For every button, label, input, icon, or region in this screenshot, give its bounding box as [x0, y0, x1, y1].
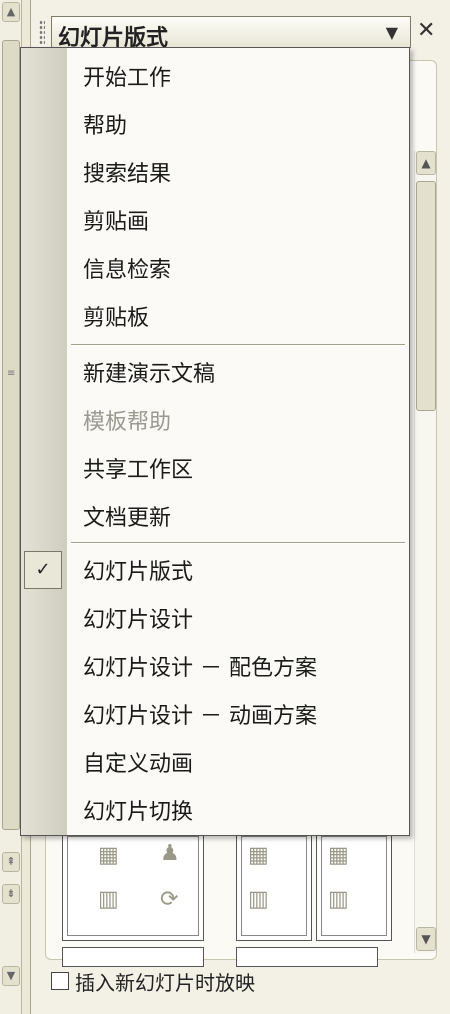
show-on-insert-option[interactable]: 插入新幻灯片时放映 [51, 968, 255, 995]
menu-separator [71, 542, 405, 544]
previous-slide-icon[interactable]: ⇞ [2, 852, 20, 872]
checkmark-icon: ✓ [24, 551, 62, 589]
menu-item-label: 剪贴画 [83, 210, 150, 235]
table-icon: ▦ [248, 843, 269, 868]
menu-item-label: 共享工作区 [83, 458, 194, 483]
menu-item-clip-art[interactable]: 剪贴画 [21, 196, 409, 244]
triangle-down-icon: ▼ [385, 23, 398, 42]
menu-item-slide-design[interactable]: 幻灯片设计 [21, 594, 409, 642]
layout-thumbnail[interactable]: ▦ ▥ [236, 831, 312, 941]
layout-thumbnail[interactable]: ▦ ▥ [316, 831, 392, 941]
menu-item-document-updates[interactable]: 文档更新 [21, 492, 409, 540]
drag-handle-icon[interactable] [39, 20, 45, 44]
menu-item-label: 开始工作 [83, 66, 172, 91]
show-on-insert-checkbox[interactable] [51, 972, 69, 990]
scroll-up-arrow-icon[interactable]: ▲ [416, 151, 436, 175]
menu-item-label: 幻灯片版式 [83, 560, 194, 585]
grip-icon: ≡ [7, 368, 16, 379]
table-icon: ▦ [328, 843, 349, 868]
menu-item-label: 搜索结果 [83, 162, 172, 187]
task-pane-selector[interactable]: 幻灯片版式 ▼ [51, 16, 411, 51]
menu-item-new-presentation[interactable]: 新建演示文稿 [21, 348, 409, 396]
next-slide-icon[interactable]: ⇟ [2, 884, 20, 904]
menu-item-research[interactable]: 信息检索 [21, 244, 409, 292]
menu-item-custom-animation[interactable]: 自定义动画 [21, 738, 409, 786]
menu-item-label: 剪贴板 [83, 306, 150, 331]
menu-item-shared-workspace[interactable]: 共享工作区 [21, 444, 409, 492]
show-on-insert-label: 插入新幻灯片时放映 [75, 970, 255, 995]
menu-item-help[interactable]: 帮助 [21, 100, 409, 148]
menu-item-color-schemes[interactable]: 幻灯片设计 － 配色方案 [21, 642, 409, 690]
menu-item-label: 幻灯片切换 [83, 800, 194, 825]
menu-item-label: 幻灯片设计 － 动画方案 [83, 704, 317, 729]
menu-item-label: 帮助 [83, 114, 128, 139]
menu-item-label: 幻灯片设计 [83, 608, 194, 633]
menu-item-animation-schemes[interactable]: 幻灯片设计 － 动画方案 [21, 690, 409, 738]
slide-vertical-scrollbar[interactable]: ▲ ≡ ⇞ ⇟ ▼ [0, 0, 22, 1014]
menu-item-getting-started[interactable]: 开始工作 [21, 52, 409, 100]
menu-item-label: 文档更新 [83, 506, 172, 531]
menu-item-template-help: 模板帮助 [21, 396, 409, 444]
menu-item-slide-layout[interactable]: ✓ 幻灯片版式 [21, 546, 409, 594]
menu-item-label: 信息检索 [83, 258, 172, 283]
task-pane-header: 幻灯片版式 ▼ ✕ [31, 14, 450, 51]
org-chart-icon: ♟ [160, 841, 180, 866]
bar-chart-icon: ▥ [328, 887, 349, 912]
scrollbar-thumb[interactable]: ≡ [2, 40, 20, 830]
menu-item-label: 新建演示文稿 [83, 362, 216, 387]
menu-item-label: 幻灯片设计 － 配色方案 [83, 656, 317, 681]
menu-item-slide-transition[interactable]: 幻灯片切换 [21, 786, 409, 834]
layout-thumbnail[interactable]: ▦ ♟ ▥ ⟳ [62, 831, 204, 941]
media-icon: ⟳ [160, 887, 179, 912]
scroll-down-arrow-icon[interactable]: ▼ [416, 927, 436, 951]
menu-item-search-results[interactable]: 搜索结果 [21, 148, 409, 196]
task-pane-menu: 开始工作 帮助 搜索结果 剪贴画 信息检索 剪贴板 新建演示文稿 模板帮助 共享… [20, 47, 410, 836]
bar-chart-icon: ▥ [98, 887, 119, 912]
layout-thumbnail[interactable] [62, 947, 204, 967]
menu-item-clipboard[interactable]: 剪贴板 [21, 292, 409, 340]
layout-thumbnail[interactable] [236, 947, 378, 967]
table-icon: ▦ [98, 843, 119, 868]
menu-item-label: 自定义动画 [83, 752, 194, 777]
menu-separator [71, 344, 405, 346]
bar-chart-icon: ▥ [248, 887, 269, 912]
gallery-scrollbar[interactable]: ▲ ▼ [414, 151, 436, 953]
scroll-down-arrow-icon[interactable]: ▼ [2, 966, 20, 986]
scroll-up-arrow-icon[interactable]: ▲ [2, 2, 20, 22]
scrollbar-thumb[interactable] [416, 181, 436, 411]
menu-item-label: 模板帮助 [83, 410, 172, 435]
close-icon[interactable]: ✕ [417, 18, 435, 43]
